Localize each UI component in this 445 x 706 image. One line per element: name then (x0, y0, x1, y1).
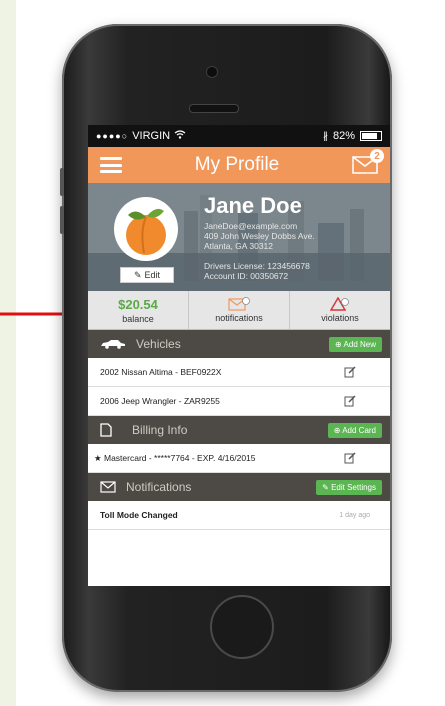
default-star-icon: ★ (94, 452, 104, 463)
notifications-label: notifications (215, 313, 263, 323)
phone-screen: ●●●●○ VIRGIN ∦ 82% My Profile 2 ✎ Edit J… (88, 125, 390, 586)
left-background-strip (0, 0, 16, 706)
notifications-tile[interactable]: notifications (189, 291, 290, 329)
balance-value: $20.54 (118, 296, 158, 312)
edit-icon[interactable] (344, 395, 356, 407)
vehicles-section-header: Vehicles ⊕ Add New (88, 330, 390, 358)
notification-text: Toll Mode Changed (100, 510, 178, 520)
vehicles-title: Vehicles (136, 337, 181, 351)
carrier-label: VIRGIN (132, 130, 171, 142)
profile-header: ✎ Edit Jane Doe JaneDoe@example.com 409 … (88, 183, 390, 291)
notifications-title: Notifications (126, 480, 192, 494)
card-row[interactable]: ★ Mastercard - *****7764 - EXP. 4/16/201… (88, 444, 390, 473)
violations-label: violations (321, 313, 359, 323)
avatar (114, 197, 178, 261)
top-nav-bar: My Profile 2 (88, 147, 390, 183)
card-label: Mastercard - *****7764 - EXP. 4/16/2015 (103, 452, 256, 463)
edit-icon[interactable] (344, 366, 356, 378)
vehicle-name: 2002 Nissan Altima - BEF0922X (100, 367, 222, 377)
profile-name: Jane Doe (204, 193, 302, 218)
edit-profile-button[interactable]: ✎ Edit (120, 267, 174, 283)
vehicle-row[interactable]: 2006 Jeep Wrangler - ZAR9255 (88, 387, 390, 416)
add-card-label: Add Card (342, 425, 376, 435)
earpiece-speaker (189, 104, 239, 113)
peach-icon (126, 208, 166, 255)
edit-settings-label: Edit Settings (331, 482, 376, 492)
volume-button (60, 206, 64, 234)
signal-icon: ●●●●○ (96, 131, 129, 141)
card-info: ★ Mastercard - *****7764 - EXP. 4/16/201… (94, 453, 256, 464)
edit-icon[interactable] (344, 452, 356, 464)
battery-percent: 82% (332, 130, 355, 142)
add-card-button[interactable]: ⊕ Add Card (327, 422, 382, 438)
profile-address-line2: Atlanta, GA 30312 (204, 241, 273, 251)
edit-settings-button[interactable]: ✎ Edit Settings (316, 479, 382, 495)
mail-badge: 2 (370, 149, 384, 163)
volume-button (60, 168, 64, 196)
wifi-icon (174, 130, 186, 142)
menu-icon[interactable] (100, 157, 122, 173)
home-button[interactable] (210, 595, 274, 659)
status-bar: ●●●●○ VIRGIN ∦ 82% (88, 125, 390, 147)
vehicle-row[interactable]: 2002 Nissan Altima - BEF0922X (88, 358, 390, 387)
profile-contact: JaneDoe@example.com 409 John Wesley Dobb… (204, 221, 315, 251)
billing-title: Billing Info (132, 423, 188, 437)
envelope-icon (100, 481, 116, 493)
edit-label: Edit (144, 270, 161, 280)
edit-icon: ✎ (133, 269, 142, 280)
document-icon (100, 423, 112, 437)
billing-section-header: Billing Info ⊕ Add Card (88, 416, 390, 444)
profile-ids: Drivers License: 123456678 Account ID: 0… (204, 261, 310, 281)
notifications-envelope-icon (228, 297, 250, 311)
battery-icon (360, 131, 382, 141)
notification-row[interactable]: Toll Mode Changed 1 day ago (88, 501, 390, 530)
balance-tile[interactable]: $20.54 balance (88, 291, 189, 329)
bluetooth-icon: ∦ (322, 130, 328, 142)
add-vehicle-button[interactable]: ⊕ Add New (329, 336, 382, 352)
vehicle-name: 2006 Jeep Wrangler - ZAR9255 (100, 396, 220, 406)
page-title: My Profile (194, 154, 280, 175)
front-camera-icon (206, 66, 218, 78)
add-vehicle-label: Add New (343, 339, 376, 349)
messages-button[interactable]: 2 (352, 149, 384, 174)
profile-address-line1: 409 John Wesley Dobbs Ave. (204, 231, 315, 241)
notification-time: 1 day ago (339, 511, 370, 519)
stats-bar: $20.54 balance notifications violations (88, 291, 390, 330)
warning-triangle-icon (330, 297, 349, 311)
drivers-license: Drivers License: 123456678 (204, 261, 310, 271)
notifications-section-header: Notifications ✎ Edit Settings (88, 473, 390, 501)
account-id: Account ID: 00350672 (204, 271, 289, 281)
balance-label: balance (122, 313, 154, 324)
car-icon (101, 340, 125, 349)
violations-tile[interactable]: violations (290, 291, 390, 329)
profile-email: JaneDoe@example.com (204, 221, 298, 231)
